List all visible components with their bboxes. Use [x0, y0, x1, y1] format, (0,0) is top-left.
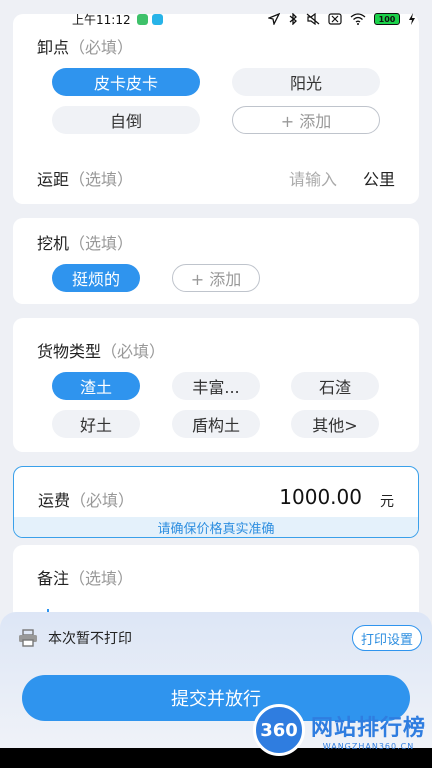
printer-icon	[19, 629, 37, 647]
watermark: 360 网站排行榜 WANGZHAN360.CN	[252, 704, 426, 756]
add-label: + 添加	[190, 270, 242, 289]
digger-option-chip[interactable]: 挺烦的	[52, 264, 140, 292]
cargo-option-chip[interactable]: 好土	[52, 410, 140, 438]
charging-icon	[409, 13, 415, 25]
cargo-option-chip[interactable]: 石渣	[291, 372, 379, 400]
fee-unit: 元	[380, 494, 394, 510]
unload-option-chip[interactable]: 阳光	[232, 68, 380, 96]
status-time: 上午11:12	[72, 12, 131, 27]
chip-label: 皮卡皮卡	[93, 74, 158, 93]
add-digger-button[interactable]: + 添加	[172, 264, 260, 292]
fee-input[interactable]: 1000.00	[279, 485, 362, 509]
print-settings-label: 打印设置	[360, 632, 413, 648]
unload-label: 卸点	[37, 38, 70, 57]
remark-title: 备注（选填）	[37, 565, 133, 589]
cargo-option-chip[interactable]: 丰富...	[172, 372, 260, 400]
chip-label: 石渣	[318, 378, 351, 397]
unload-option-chip[interactable]: 皮卡皮卡	[52, 68, 200, 96]
remark-label: 备注	[37, 569, 70, 588]
fee-title: 运费（必填）	[38, 487, 134, 511]
app-notification-icon	[151, 13, 163, 25]
add-label: + 添加	[280, 112, 332, 131]
chip-label: 丰富...	[192, 378, 240, 397]
unload-hint: （必填）	[69, 38, 134, 57]
cargo-option-chip[interactable]: 盾构土	[172, 410, 260, 438]
chip-label: 渣土	[79, 378, 112, 397]
distance-unit: 公里	[362, 170, 395, 189]
no-sim-icon	[328, 13, 342, 25]
print-settings-button[interactable]: 打印设置	[351, 625, 422, 651]
fee-hint: （必填）	[70, 491, 135, 510]
watermark-text: 网站排行榜 WANGZHAN360.CN	[311, 710, 426, 751]
chip-label: 其他>	[312, 416, 358, 435]
unload-card: 卸点（必填） 皮卡皮卡 阳光 自倒 + 添加 运距（选填） 请输入 公里	[13, 14, 419, 204]
distance-hint: （选填）	[69, 170, 134, 189]
watermark-title: 网站排行榜	[310, 715, 426, 741]
distance-label: 运距	[37, 170, 70, 189]
print-row: 本次暂不打印 打印设置	[0, 612, 432, 664]
wechat-notification-icon	[136, 13, 148, 25]
location-arrow-icon	[268, 13, 280, 25]
chip-label: 自倒	[109, 112, 142, 131]
cargo-hint: （必填）	[101, 342, 166, 361]
watermark-logo: 360	[252, 704, 305, 756]
distance-title: 运距（选填）	[37, 166, 133, 190]
chip-label: 盾构土	[191, 416, 240, 435]
battery-icon: 100	[374, 13, 400, 25]
chip-label: 阳光	[289, 74, 322, 93]
add-unload-button[interactable]: + 添加	[232, 106, 380, 134]
digger-card: 挖机（选填） 挺烦的 + 添加	[13, 218, 419, 304]
status-bar: 上午11:12 100	[0, 0, 432, 38]
unload-option-chip[interactable]: 自倒	[52, 106, 200, 134]
print-status: 本次暂不打印	[48, 631, 132, 647]
remark-hint: （选填）	[69, 569, 134, 588]
chip-label: 挺烦的	[71, 270, 120, 289]
distance-input[interactable]: 请输入	[289, 166, 337, 190]
wifi-icon	[350, 13, 366, 25]
digger-hint: （选填）	[69, 234, 134, 253]
bluetooth-icon	[289, 13, 297, 25]
watermark-sub: WANGZHAN360.CN	[322, 741, 415, 751]
chip-label: 好土	[79, 416, 112, 435]
digger-title: 挖机（选填）	[37, 230, 133, 254]
mute-icon	[306, 13, 320, 25]
cargo-label: 货物类型	[37, 342, 102, 361]
digger-label: 挖机	[37, 234, 70, 253]
cargo-title: 货物类型（必填）	[37, 338, 165, 362]
fee-notice: 请确保价格真实准确	[14, 517, 418, 537]
cargo-card: 货物类型（必填） 渣土 丰富... 石渣 好土 盾构土 其他>	[13, 318, 419, 452]
fee-card: 运费（必填） 1000.00 元 请确保价格真实准确	[13, 466, 419, 538]
cargo-option-chip[interactable]: 渣土	[52, 372, 140, 400]
submit-label: 提交并放行	[171, 689, 261, 710]
cargo-more-chip[interactable]: 其他>	[291, 410, 379, 438]
fee-label: 运费	[38, 491, 71, 510]
